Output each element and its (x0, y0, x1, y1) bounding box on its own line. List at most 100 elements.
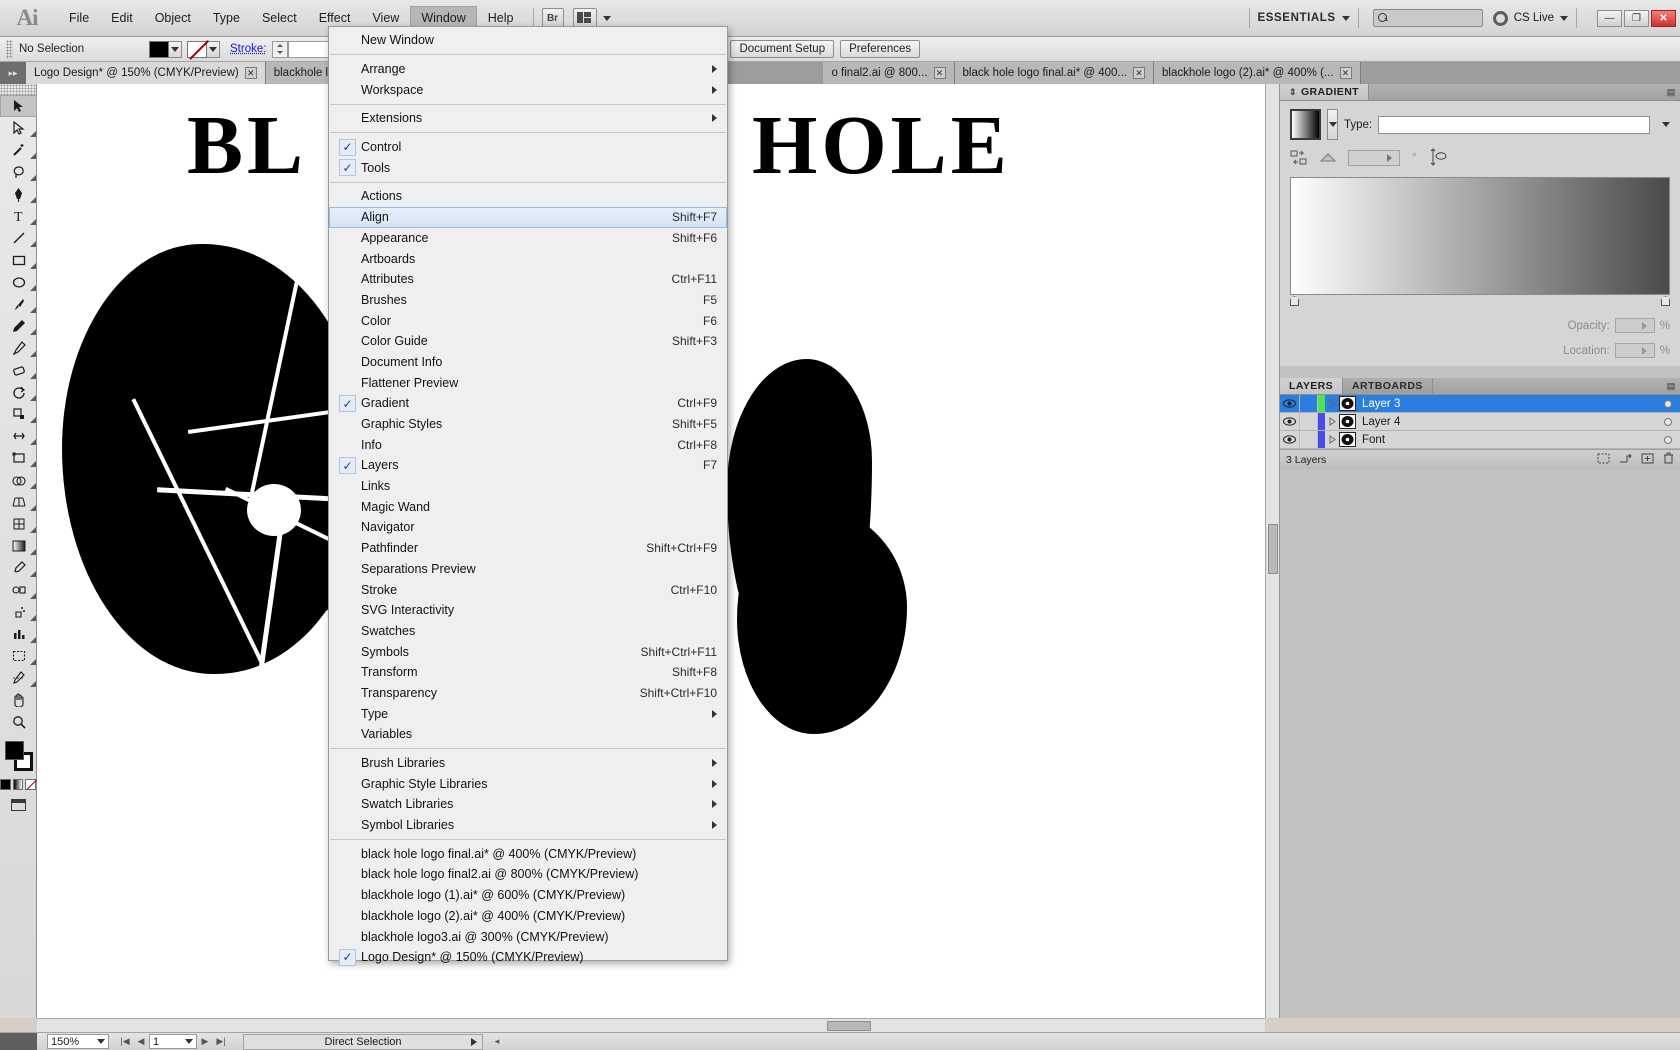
arrange-documents-icon[interactable] (572, 8, 597, 28)
new-layer-icon[interactable] (1641, 453, 1654, 467)
menu-item-transparency[interactable]: Transparency Shift+Ctrl+F10 (329, 683, 727, 704)
menu-item-separations-preview[interactable]: Separations Preview (329, 559, 727, 580)
lock-toggle[interactable] (1299, 431, 1318, 448)
menu-item-blackhole-logo-1-ai-600-cmyk-preview[interactable]: blackhole logo (1).ai* @ 600% (CMYK/Prev… (329, 885, 727, 906)
fill-swatch-icon[interactable] (5, 741, 24, 760)
zoom-level-select[interactable]: 150% (47, 1034, 109, 1049)
gradient-type-select[interactable] (1378, 115, 1650, 134)
close-icon[interactable]: ✕ (1339, 67, 1352, 79)
pen-tool[interactable] (0, 183, 37, 205)
expand-triangle-icon[interactable] (1325, 435, 1339, 444)
gradient-slider-strip[interactable] (1290, 177, 1670, 295)
symbol-sprayer-tool[interactable] (0, 601, 37, 623)
target-indicator-icon[interactable] (1664, 399, 1672, 408)
menu-item-color-guide[interactable]: Color Guide Shift+F3 (329, 331, 727, 352)
layer-row[interactable]: Font (1280, 431, 1680, 449)
gradient-presets-chevron-down-icon[interactable] (1327, 109, 1338, 140)
menu-edit[interactable]: Edit (100, 6, 144, 31)
stroke-weight-stepper[interactable] (272, 40, 289, 58)
gradient-angle-input[interactable] (1348, 150, 1400, 166)
previous-artboard-icon[interactable]: ◀ (133, 1034, 149, 1049)
toolbox-grip[interactable] (0, 84, 36, 95)
line-segment-tool[interactable] (0, 227, 37, 249)
lasso-tool[interactable] (0, 161, 37, 183)
document-tab-final[interactable]: black hole logo final.ai* @ 400... ✕ (954, 62, 1155, 84)
menu-item-color[interactable]: Color F6 (329, 310, 727, 331)
status-tool-indicator[interactable]: Direct Selection (243, 1033, 483, 1050)
shape-builder-tool[interactable] (0, 469, 37, 491)
artboard-tool[interactable] (0, 645, 37, 667)
zoom-tool[interactable] (0, 711, 37, 733)
close-icon[interactable]: ✕ (1133, 67, 1146, 79)
make-clipping-mask-icon[interactable] (1597, 453, 1610, 467)
menu-item-links[interactable]: Links (329, 476, 727, 497)
menu-type[interactable]: Type (202, 6, 251, 31)
blend-tool[interactable] (0, 579, 37, 601)
none-button[interactable] (25, 779, 37, 790)
status-chevron-right-icon[interactable] (471, 1037, 477, 1046)
menu-item-artboards[interactable]: Artboards (329, 248, 727, 269)
document-setup-button[interactable]: Document Setup (730, 40, 835, 58)
width-tool[interactable] (0, 425, 37, 447)
menu-item-symbols[interactable]: Symbols Shift+Ctrl+F11 (329, 641, 727, 662)
visibility-eye-icon[interactable] (1280, 435, 1299, 444)
bridge-icon[interactable]: Br (541, 8, 564, 28)
location-input[interactable] (1614, 343, 1655, 358)
magic-wand-tool[interactable] (0, 139, 37, 161)
gradient-preview-swatch[interactable] (1290, 109, 1321, 140)
menu-item-graphic-styles[interactable]: Graphic Styles Shift+F5 (329, 414, 727, 435)
visibility-eye-icon[interactable] (1280, 417, 1299, 426)
layer-row[interactable]: Layer 3 (1280, 395, 1680, 413)
menu-item-actions[interactable]: Actions (329, 186, 727, 207)
tab-bar-grip[interactable]: ▸▸ (0, 62, 26, 84)
menu-item-variables[interactable]: Variables (329, 724, 727, 745)
menu-item-control[interactable]: ✓ Control (329, 137, 727, 158)
menu-item-symbol-libraries[interactable]: Symbol Libraries (329, 815, 727, 836)
menu-item-align[interactable]: Align Shift+F7 (329, 206, 727, 228)
menu-item-magic-wand[interactable]: Magic Wand (329, 496, 727, 517)
tab-layers[interactable]: LAYERS (1280, 378, 1344, 394)
menu-item-attributes[interactable]: Attributes Ctrl+F11 (329, 269, 727, 290)
close-icon[interactable]: ✕ (933, 67, 946, 79)
menu-object[interactable]: Object (144, 6, 202, 31)
slice-tool[interactable] (0, 667, 37, 689)
menu-item-logo-design-150-cmyk-preview[interactable]: ✓ Logo Design* @ 150% (CMYK/Preview) (329, 947, 727, 968)
gradient-type-chevron-down-icon[interactable] (1662, 122, 1670, 127)
gradient-stop[interactable] (1661, 296, 1670, 306)
menu-item-pathfinder[interactable]: Pathfinder Shift+Ctrl+F9 (329, 538, 727, 559)
control-bar-grip[interactable] (6, 39, 13, 59)
ellipse-tool[interactable] (0, 271, 37, 293)
column-graph-tool[interactable] (0, 623, 37, 645)
eraser-tool[interactable] (0, 359, 37, 381)
menu-item-graphic-style-libraries[interactable]: Graphic Style Libraries (329, 773, 727, 794)
first-artboard-icon[interactable]: |◀ (117, 1034, 133, 1049)
rotate-tool[interactable] (0, 381, 37, 403)
menu-item-swatches[interactable]: Swatches (329, 621, 727, 642)
pencil-tool[interactable] (0, 315, 37, 337)
menu-file[interactable]: File (58, 6, 100, 31)
canvas-vertical-scrollbar[interactable] (1265, 84, 1279, 1018)
cs-live-button[interactable]: CS Live (1492, 10, 1568, 26)
eyedropper-tool[interactable] (0, 557, 37, 579)
type-tool[interactable]: T (0, 205, 37, 227)
scrollbar-thumb[interactable] (1268, 524, 1278, 574)
gradient-button[interactable] (12, 779, 24, 790)
reverse-gradient-icon[interactable] (1290, 150, 1308, 166)
menu-item-svg-interactivity[interactable]: SVG Interactivity (329, 600, 727, 621)
panel-menu-icon[interactable]: ▤ (1662, 378, 1680, 394)
mesh-tool[interactable] (0, 513, 37, 535)
create-sublayer-icon[interactable] (1619, 453, 1632, 467)
paintbrush-tool[interactable] (0, 293, 37, 315)
menu-item-document-info[interactable]: Document Info (329, 352, 727, 373)
menu-item-type[interactable]: Type (329, 703, 727, 724)
next-artboard-icon[interactable]: ▶ (197, 1034, 213, 1049)
target-indicator-icon[interactable] (1664, 435, 1672, 444)
rectangle-tool[interactable] (0, 249, 37, 271)
black-hole-shape-right-b[interactable] (737, 504, 907, 734)
menu-item-tools[interactable]: ✓ Tools (329, 157, 727, 178)
lock-toggle[interactable] (1299, 395, 1318, 412)
close-icon[interactable]: ✕ (244, 67, 257, 79)
gradient-aspect-icon[interactable] (1429, 147, 1449, 169)
fill-color-swatch[interactable] (149, 40, 169, 58)
menu-item-navigator[interactable]: Navigator (329, 517, 727, 538)
